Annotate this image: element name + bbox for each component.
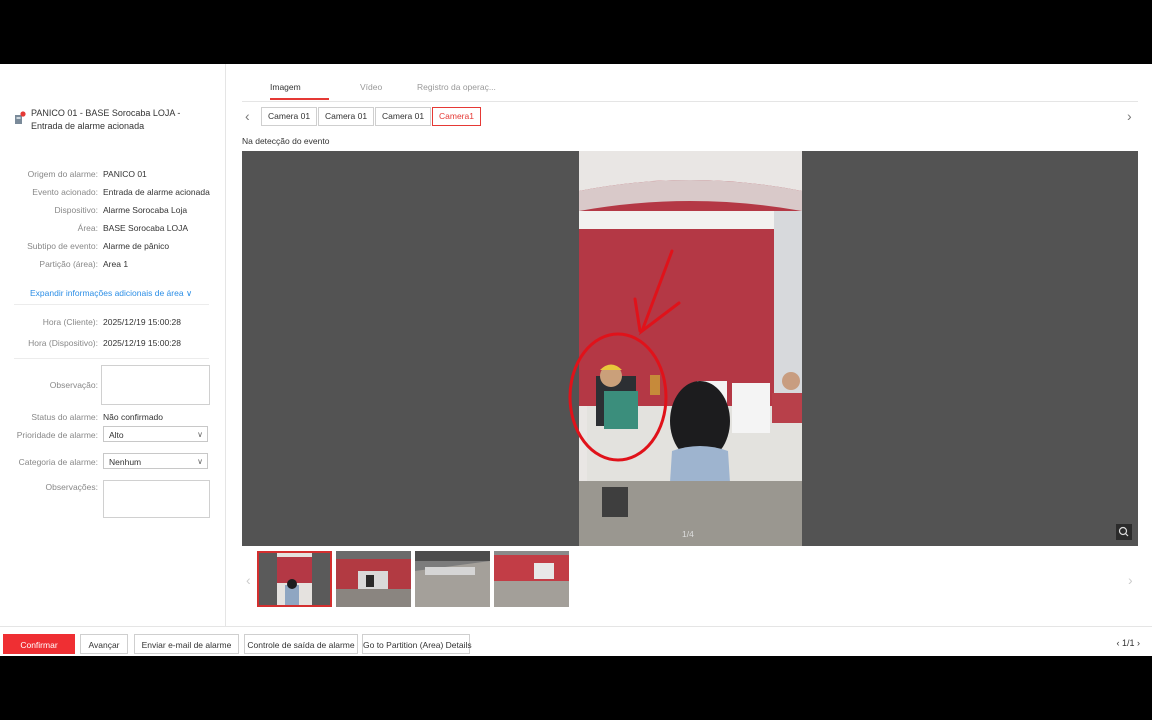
confirm-button[interactable]: Confirmar bbox=[3, 634, 75, 654]
active-tab-indicator bbox=[270, 98, 329, 100]
image-counter: 1/4 bbox=[682, 529, 694, 539]
chevron-right-icon[interactable]: › bbox=[1128, 572, 1133, 588]
action-footer: Confirmar Avançar Enviar e-mail de alarm… bbox=[0, 626, 1152, 657]
pager: ‹ 1/1 › bbox=[1116, 638, 1140, 648]
chevron-left-icon[interactable]: ‹ bbox=[246, 572, 251, 588]
camera-chip-1[interactable]: Camera 01 bbox=[261, 107, 318, 126]
prioridade-select[interactable]: Alto ∨ bbox=[103, 426, 208, 442]
alarm-title: PANICO 01 - BASE Sorocaba LOJA - Entrada… bbox=[31, 108, 181, 131]
image-viewer[interactable]: 1/4 bbox=[242, 151, 1138, 546]
thumbnail-4[interactable] bbox=[494, 551, 569, 607]
chevron-right-icon[interactable]: › bbox=[1137, 638, 1140, 648]
chevron-down-icon: ∨ bbox=[197, 430, 203, 439]
divider bbox=[14, 304, 209, 305]
observacao-input[interactable] bbox=[101, 365, 210, 405]
camera-snapshot bbox=[568, 151, 802, 546]
camera-chip-2[interactable]: Camera 01 bbox=[318, 107, 375, 126]
thumbnail-2[interactable] bbox=[336, 551, 411, 607]
chevron-right-icon[interactable]: › bbox=[1127, 108, 1132, 124]
page-indicator: 1/1 bbox=[1121, 638, 1135, 648]
thumbnail-1[interactable] bbox=[257, 551, 332, 607]
observacoes-input[interactable] bbox=[103, 480, 210, 518]
thumbnail-3[interactable] bbox=[415, 551, 490, 607]
alarm-info-column: PANICO 01 - BASE Sorocaba LOJA - Entrada… bbox=[0, 64, 226, 626]
chevron-down-icon: ∨ bbox=[185, 288, 193, 298]
expand-area-info-link[interactable]: Expandir informações adicionais de área … bbox=[30, 288, 192, 299]
detection-label: Na detecção do evento bbox=[242, 136, 330, 146]
status-value: Não confirmado bbox=[103, 412, 164, 422]
divider bbox=[14, 358, 209, 359]
send-email-button[interactable]: Enviar e-mail de alarme bbox=[134, 634, 239, 654]
zoom-icon[interactable] bbox=[1116, 524, 1132, 540]
chevron-down-icon: ∨ bbox=[197, 457, 203, 466]
advance-button[interactable]: Avançar bbox=[80, 634, 128, 654]
chevron-left-icon[interactable]: ‹ bbox=[1116, 638, 1119, 648]
alarm-exit-control-button[interactable]: Controle de saída de alarme bbox=[244, 634, 358, 654]
categoria-select[interactable]: Nenhum ∨ bbox=[103, 453, 208, 469]
camera-chip-4[interactable]: Camera1 bbox=[432, 107, 481, 126]
partition-details-button[interactable]: Go to Partition (Area) Details bbox=[362, 634, 472, 654]
media-tabs: Imagem Vídeo Registro da operaç... bbox=[242, 78, 1138, 102]
alarm-device-icon bbox=[14, 111, 26, 125]
chevron-left-icon[interactable]: ‹ bbox=[245, 108, 250, 124]
tab-video[interactable]: Vídeo bbox=[360, 82, 382, 92]
alarm-detail-panel: PANICO 01 - BASE Sorocaba LOJA - Entrada… bbox=[0, 64, 1152, 656]
tab-registro[interactable]: Registro da operaç... bbox=[417, 82, 496, 92]
tab-imagem[interactable]: Imagem bbox=[270, 82, 301, 92]
alarm-header: PANICO 01 - BASE Sorocaba LOJA - Entrada… bbox=[14, 107, 214, 133]
camera-chip-3[interactable]: Camera 01 bbox=[375, 107, 432, 126]
